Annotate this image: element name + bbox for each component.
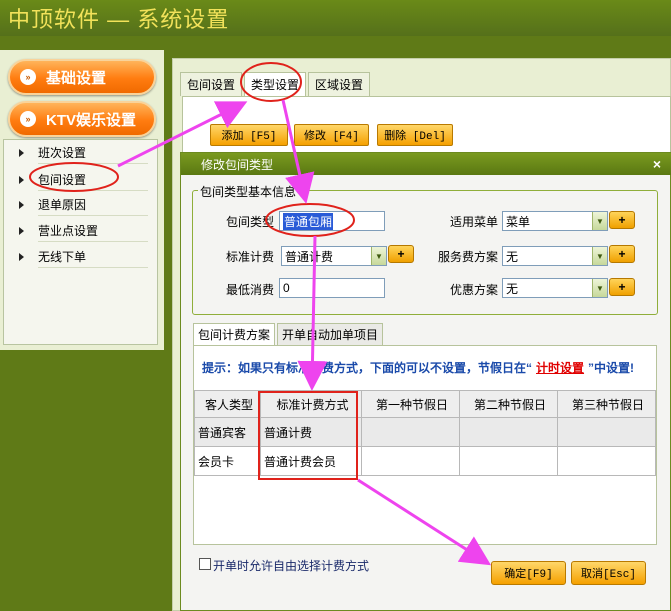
dialog-tabs: 包间计费方案 开单自动加单项目 [193,323,385,345]
chevron-down-icon: ▼ [371,247,386,265]
timing-settings-link[interactable]: 计时设置 [536,359,584,376]
table-cell[interactable] [459,446,558,476]
main-tabs: 包间设置 类型设置 区域设置 [180,72,372,96]
discount-value: 无 [506,281,519,296]
add-service-fee-button[interactable]: + [609,245,635,263]
sidebar-item-label: 营业点设置 [38,224,99,238]
chevron-down-icon: ▼ [592,247,607,265]
billing-value: 普通计费 [285,249,334,264]
table-cell: 会员卡 [194,446,261,476]
chevron-down-icon: ▼ [592,279,607,297]
edit-button[interactable]: 修改 [F4] [294,124,369,146]
table-cell[interactable] [557,417,656,447]
add-billing-button[interactable]: + [388,245,414,263]
triangle-right-icon [19,252,24,261]
sidebar-item-shift[interactable]: 班次设置 [19,142,148,164]
hint-text: 提示：如果只有标准计费方式，下面的可以不设置，节假日在“ 计时设置 ”中设置! [194,352,656,382]
dialog-title: 修改包间类型 [181,153,671,175]
min-spend-label: 最低消费 [226,283,275,297]
menu-select[interactable]: 菜单 ▼ [502,211,608,231]
fieldset-legend: 包间类型基本信息 [198,183,299,200]
table-cell[interactable] [361,446,460,476]
triangle-right-icon [19,226,24,235]
sidebar-item-business-point[interactable]: 营业点设置 [19,220,148,242]
column-header: 第一种节假日 [361,390,460,418]
room-type-input[interactable]: 普通包厢 [279,211,385,231]
add-menu-button[interactable]: + [609,211,635,229]
room-type-value: 普通包厢 [283,212,334,230]
hint-after: ”中设置! [588,360,635,375]
table-cell[interactable] [557,446,656,476]
add-discount-button[interactable]: + [609,278,635,296]
ok-button[interactable]: 确定[F9] [491,561,566,585]
sidebar-item-label: 包间设置 [38,173,87,187]
sidebar-item-refund-reason[interactable]: 退单原因 [19,194,148,216]
delete-button[interactable]: 删除 [Del] [377,124,453,146]
billing-label: 标准计费 [226,250,275,264]
sidebar-item-wireless-order[interactable]: 无线下单 [19,246,148,268]
min-spend-input[interactable]: 0 [279,278,385,298]
table-cell[interactable] [361,417,460,447]
tab-area-settings[interactable]: 区域设置 [308,72,371,96]
double-chevron-icon: » [20,111,36,127]
hint-before: 提示：如果只有标准计费方式，下面的可以不设置，节假日在“ [202,360,533,375]
annotation-box [258,391,358,480]
tab-auto-add-items[interactable]: 开单自动加单项目 [277,323,384,345]
sidebar-item-label: 班次设置 [38,146,87,160]
billing-select[interactable]: 普通计费 ▼ [281,246,387,266]
app-title: 中顶软件 — 系统设置 [8,7,230,32]
add-button[interactable]: 添加 [F5] [210,124,288,146]
table-cell[interactable] [459,417,558,447]
free-billing-checkbox[interactable] [199,558,211,570]
tab-billing-plan[interactable]: 包间计费方案 [193,323,276,345]
service-fee-select[interactable]: 无 ▼ [502,246,608,266]
discount-select[interactable]: 无 ▼ [502,278,608,298]
service-fee-value: 无 [506,249,519,264]
sidebar-item-label: 退单原因 [38,198,87,212]
menu-value: 菜单 [506,214,531,229]
free-billing-label: 开单时允许自由选择计费方式 [213,559,370,573]
sidebar-group-basic-settings[interactable]: » 基础设置 [8,59,156,95]
cancel-button[interactable]: 取消[Esc] [571,561,646,585]
sidebar-group-ktv-settings[interactable]: » KTV娱乐设置 [8,101,156,137]
sidebar-item-label: 无线下单 [38,250,87,264]
column-header: 第三种节假日 [557,390,656,418]
double-chevron-icon: » [20,69,36,85]
triangle-right-icon [19,148,24,157]
column-header: 客人类型 [194,390,261,418]
tab-type-settings[interactable]: 类型设置 [244,72,307,96]
triangle-right-icon [19,175,24,184]
discount-label: 优惠方案 [450,283,499,297]
chevron-down-icon: ▼ [592,212,607,230]
tab-room-settings[interactable]: 包间设置 [180,72,243,96]
service-fee-label: 服务费方案 [438,250,499,264]
table-cell: 普通宾客 [194,417,261,447]
room-type-label: 包间类型 [226,215,275,229]
menu-label: 适用菜单 [450,215,499,229]
column-header: 第二种节假日 [459,390,558,418]
sidebar-group-label: 基础设置 [46,69,107,87]
close-icon[interactable]: × [648,155,666,173]
sidebar-item-room[interactable]: 包间设置 [19,169,148,191]
sidebar-group-label: KTV娱乐设置 [46,111,137,129]
triangle-right-icon [19,200,24,209]
